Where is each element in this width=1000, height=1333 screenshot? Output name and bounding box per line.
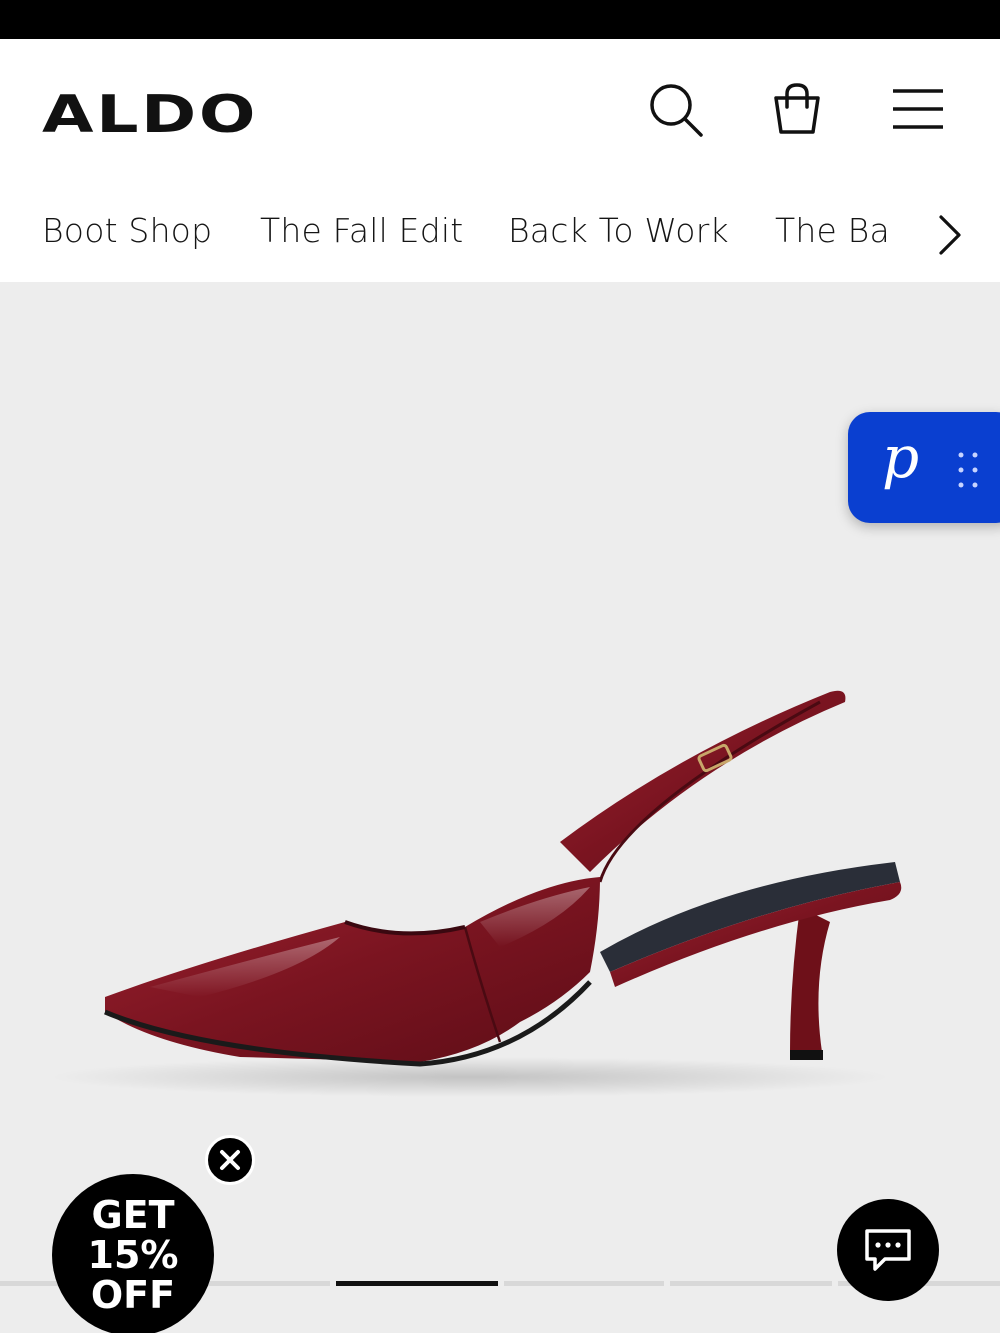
nav-item-the-bag[interactable]: The Bag <box>775 211 888 250</box>
close-icon <box>220 1150 240 1170</box>
assistant-widget-letter: p <box>882 423 920 491</box>
shopping-bag-button[interactable] <box>762 74 832 144</box>
menu-button[interactable] <box>883 74 953 144</box>
discount-promo-badge[interactable]: GET 15% OFF <box>52 1174 214 1333</box>
chat-button[interactable] <box>837 1199 939 1301</box>
chat-bubble-icon <box>865 1229 911 1271</box>
carousel-dot[interactable] <box>504 1281 664 1286</box>
category-nav-track: Boot Shop The Fall Edit Back To Work The… <box>0 189 888 282</box>
aldo-logo[interactable]: ALDO <box>42 89 258 141</box>
promo-line-percent: 15% <box>87 1233 179 1277</box>
search-icon <box>650 84 703 137</box>
nav-next-button[interactable] <box>928 211 972 259</box>
hamburger-menu-icon <box>893 89 943 129</box>
nav-item-fall-edit[interactable]: The Fall Edit <box>260 211 463 250</box>
drag-handle-icon[interactable] <box>956 450 982 490</box>
carousel-dot[interactable] <box>670 1281 832 1286</box>
status-bar <box>0 0 1000 39</box>
site-header: ALDO <box>0 39 1000 189</box>
nav-item-back-to-work[interactable]: Back To Work <box>508 211 729 250</box>
promo-line-get: GET <box>91 1193 175 1237</box>
nav-item-boot-shop[interactable]: Boot Shop <box>42 211 212 250</box>
search-button[interactable] <box>640 74 710 144</box>
category-nav: Boot Shop The Fall Edit Back To Work The… <box>0 189 1000 282</box>
chevron-right-icon <box>939 215 961 255</box>
carousel-dot-active[interactable] <box>336 1281 498 1286</box>
promo-line-off: OFF <box>90 1273 176 1317</box>
assistant-widget[interactable]: p <box>848 412 1000 523</box>
promo-close-button[interactable] <box>205 1135 255 1185</box>
shopping-bag-icon <box>774 83 820 134</box>
